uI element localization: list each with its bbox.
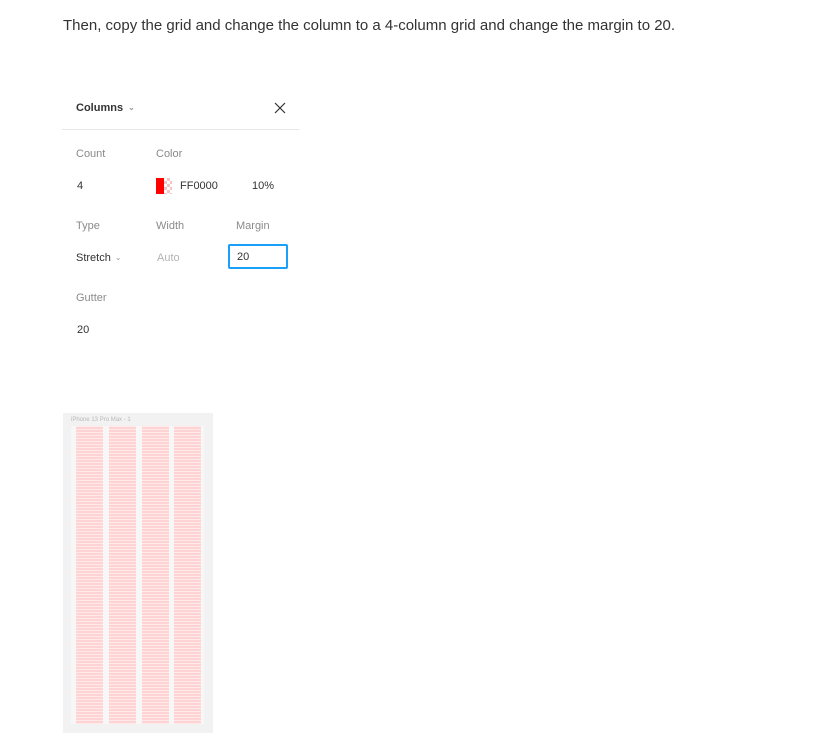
margin-input[interactable] [228,244,288,269]
margin-label: Margin [236,220,270,232]
color-swatch[interactable] [156,178,172,194]
width-label: Width [156,220,185,232]
color-hex-field[interactable]: FF0000 [180,180,218,192]
type-dropdown[interactable]: Stretch ⌄ [76,252,122,264]
gutter-field[interactable]: 20 [77,324,89,336]
frame-canvas [71,426,204,724]
swatch-solid [156,178,164,194]
close-icon[interactable] [273,101,287,115]
panel-header: Columns ⌄ [62,88,299,130]
count-label: Count [76,148,106,160]
frame-preview[interactable]: iPhone 13 Pro Max - 1 [63,413,213,733]
grid-type-dropdown[interactable]: Columns ⌄ [76,102,135,114]
chevron-down-icon: ⌄ [114,253,122,262]
grid-column [76,426,103,724]
type-value: Stretch [76,252,111,264]
count-field[interactable]: 4 [77,180,83,192]
grid-column [109,426,136,724]
color-opacity-field[interactable]: 10% [252,180,274,192]
grid-column [142,426,169,724]
frame-label: iPhone 13 Pro Max - 1 [71,417,131,423]
width-field[interactable]: Auto [157,252,180,264]
instruction-text: Then, copy the grid and change the colum… [63,17,676,34]
grid-type-label: Columns [76,102,124,114]
layout-grid-panel: Columns ⌄ Count Color 4 FF0000 10% Type W… [62,88,299,353]
color-label: Color [156,148,183,160]
grid-column [174,426,201,724]
chevron-down-icon: ⌄ [128,103,135,112]
type-label: Type [76,220,100,232]
swatch-transparency [164,178,172,194]
gutter-label: Gutter [76,292,107,304]
